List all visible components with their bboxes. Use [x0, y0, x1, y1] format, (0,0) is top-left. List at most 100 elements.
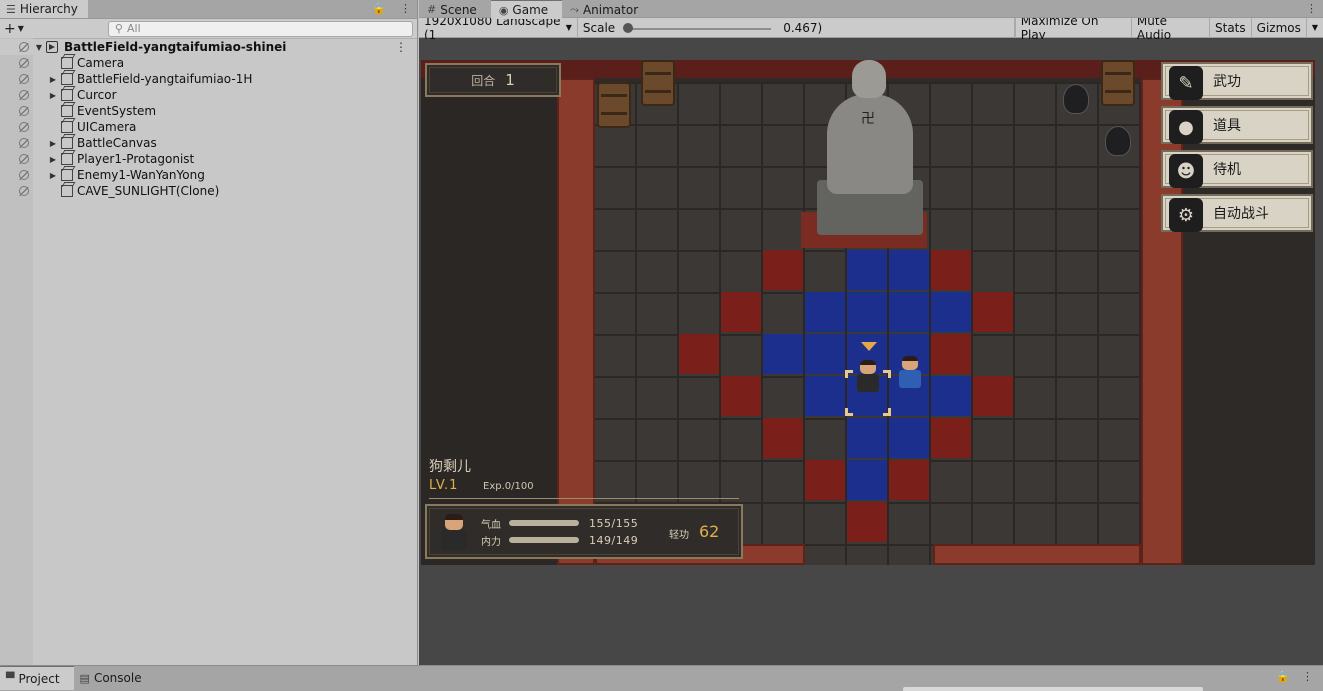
player-character-sprite[interactable]: [855, 360, 881, 396]
lock-icon[interactable]: 🔒: [372, 2, 386, 15]
visibility-icon[interactable]: [18, 153, 30, 165]
martial-arts-button[interactable]: ✎ 武功: [1161, 62, 1313, 100]
scale-label: Scale: [582, 20, 616, 35]
animator-icon: ⤳: [570, 2, 579, 16]
move-range-tile[interactable]: [763, 334, 803, 374]
tab-console[interactable]: ▤ Console: [74, 666, 156, 690]
move-range-tile[interactable]: [889, 250, 929, 290]
mp-value: 149/149: [589, 533, 639, 547]
visibility-icon[interactable]: [18, 57, 30, 69]
move-range-tile[interactable]: [889, 292, 929, 332]
hierarchy-item[interactable]: ▶ BattleField-yangtaifumiao-1H: [0, 71, 417, 87]
move-range-tile[interactable]: [805, 292, 845, 332]
hierarchy-item[interactable]: ▶ Enemy1-WanYanYong: [0, 167, 417, 183]
panel-menu-icon[interactable]: ⋮: [400, 2, 411, 15]
expand-arrow-icon[interactable]: ▶: [48, 171, 58, 180]
attack-range-tile[interactable]: [973, 376, 1013, 416]
expand-arrow-icon[interactable]: ▶: [48, 91, 58, 100]
tab-hierarchy[interactable]: ☰ Hierarchy: [0, 0, 88, 18]
move-range-tile[interactable]: [847, 418, 887, 458]
panel-menu-icon[interactable]: ⋮: [1302, 670, 1313, 683]
hierarchy-item[interactable]: ▶ BattleCanvas: [0, 135, 417, 151]
panel-menu-icon[interactable]: ⋮: [1306, 2, 1317, 15]
visibility-icon[interactable]: [18, 169, 30, 181]
tab-hierarchy-label: Hierarchy: [19, 2, 78, 16]
hierarchy-item[interactable]: ▶ Curcor: [0, 87, 417, 103]
expand-arrow-icon[interactable]: ▶: [48, 75, 58, 84]
bottom-wall-right: [933, 544, 1141, 565]
stats-toggle[interactable]: Stats: [1209, 17, 1251, 38]
gizmos-toggle[interactable]: Gizmos: [1250, 17, 1306, 38]
gameobject-icon: [61, 137, 73, 149]
attack-range-tile[interactable]: [931, 334, 971, 374]
attack-range-tile[interactable]: [805, 460, 845, 500]
buddha-statue: 卍: [801, 60, 933, 248]
bag-icon: ●: [1169, 110, 1203, 144]
hierarchy-item[interactable]: EventSystem: [0, 103, 417, 119]
attack-range-tile[interactable]: [721, 376, 761, 416]
visibility-icon[interactable]: [18, 185, 30, 197]
attack-range-tile[interactable]: [931, 250, 971, 290]
items-button[interactable]: ● 道具: [1161, 106, 1313, 144]
character-exp: Exp.0/100: [483, 481, 534, 492]
mute-audio-toggle[interactable]: Mute Audio: [1130, 14, 1209, 42]
attack-range-tile[interactable]: [763, 250, 803, 290]
search-input[interactable]: [126, 22, 387, 35]
slider-knob[interactable]: [623, 22, 634, 33]
game-screen[interactable]: 卍 回合 1 ✎ 武功 ● 道具 ☻ 待机 ⚙ 自动战斗 狗剩儿 LV.1 Ex…: [421, 60, 1315, 565]
auto-battle-button[interactable]: ⚙ 自动战斗: [1161, 194, 1313, 232]
hierarchy-tabbar: ☰ Hierarchy 🔒 ⋮: [0, 0, 417, 19]
tab-scene-label: Scene: [440, 2, 477, 17]
scale-slider[interactable]: [623, 22, 772, 34]
gizmos-dropdown[interactable]: ▼: [1305, 17, 1323, 38]
hierarchy-item[interactable]: CAVE_SUNLIGHT(Clone): [0, 183, 417, 199]
attack-range-tile[interactable]: [889, 460, 929, 500]
tab-game[interactable]: ◉ Game: [490, 0, 563, 19]
scene-root-row[interactable]: ▼ BattleField-yangtaifumiao-shinei ⋮: [0, 39, 417, 55]
horizontal-scrollbar[interactable]: [903, 687, 1203, 691]
visibility-icon[interactable]: [18, 121, 30, 133]
move-range-tile[interactable]: [847, 292, 887, 332]
move-range-tile[interactable]: [805, 376, 845, 416]
scene-menu-icon[interactable]: ⋮: [395, 40, 407, 54]
tab-scene[interactable]: # Scene: [419, 0, 491, 19]
search-box[interactable]: ⚲: [107, 20, 413, 37]
resolution-dropdown[interactable]: 1920x1080 Landscape (1 ▼: [419, 14, 578, 42]
visibility-icon[interactable]: [18, 73, 30, 85]
move-range-tile[interactable]: [931, 292, 971, 332]
visibility-icon[interactable]: [18, 89, 30, 101]
move-range-tile[interactable]: [931, 376, 971, 416]
move-range-tile[interactable]: [847, 250, 887, 290]
maximize-on-play-toggle[interactable]: Maximize On Play: [1014, 14, 1131, 42]
move-range-tile[interactable]: [805, 334, 845, 374]
wait-button[interactable]: ☻ 待机: [1161, 150, 1313, 188]
attack-range-tile[interactable]: [679, 334, 719, 374]
create-button[interactable]: + ▼: [4, 21, 32, 37]
hp-value: 155/155: [589, 516, 639, 530]
visibility-icon[interactable]: [18, 41, 30, 53]
pot-sprite: [1063, 84, 1089, 114]
move-range-tile[interactable]: [847, 460, 887, 500]
attack-range-tile[interactable]: [721, 292, 761, 332]
hierarchy-item-label: EventSystem: [77, 104, 157, 118]
tab-project[interactable]: ▀ Project: [0, 666, 74, 690]
hierarchy-item-label: BattleCanvas: [77, 136, 157, 150]
enemy-character-sprite[interactable]: [897, 356, 923, 392]
lock-icon[interactable]: 🔒: [1276, 670, 1290, 683]
visibility-icon[interactable]: [18, 137, 30, 149]
tab-animator[interactable]: ⤳ Animator: [562, 0, 652, 19]
expand-arrow-icon[interactable]: ▶: [48, 155, 58, 164]
hierarchy-item[interactable]: UICamera: [0, 119, 417, 135]
tree-items: Camera ▶ BattleField-yangtaifumiao-1H ▶ Curc…: [0, 55, 417, 199]
attack-range-tile[interactable]: [763, 418, 803, 458]
expand-arrow-icon[interactable]: ▶: [48, 139, 58, 148]
hierarchy-item[interactable]: ▶ Player1-Protagonist: [0, 151, 417, 167]
view-tabbar: # Scene ◉ Game ⤳ Animator ⋮: [419, 0, 1323, 19]
move-range-tile[interactable]: [889, 418, 929, 458]
expand-arrow-icon[interactable]: ▼: [34, 43, 44, 52]
attack-range-tile[interactable]: [931, 418, 971, 458]
attack-range-tile[interactable]: [847, 502, 887, 542]
visibility-icon[interactable]: [18, 105, 30, 117]
attack-range-tile[interactable]: [973, 292, 1013, 332]
hierarchy-item[interactable]: Camera: [0, 55, 417, 71]
